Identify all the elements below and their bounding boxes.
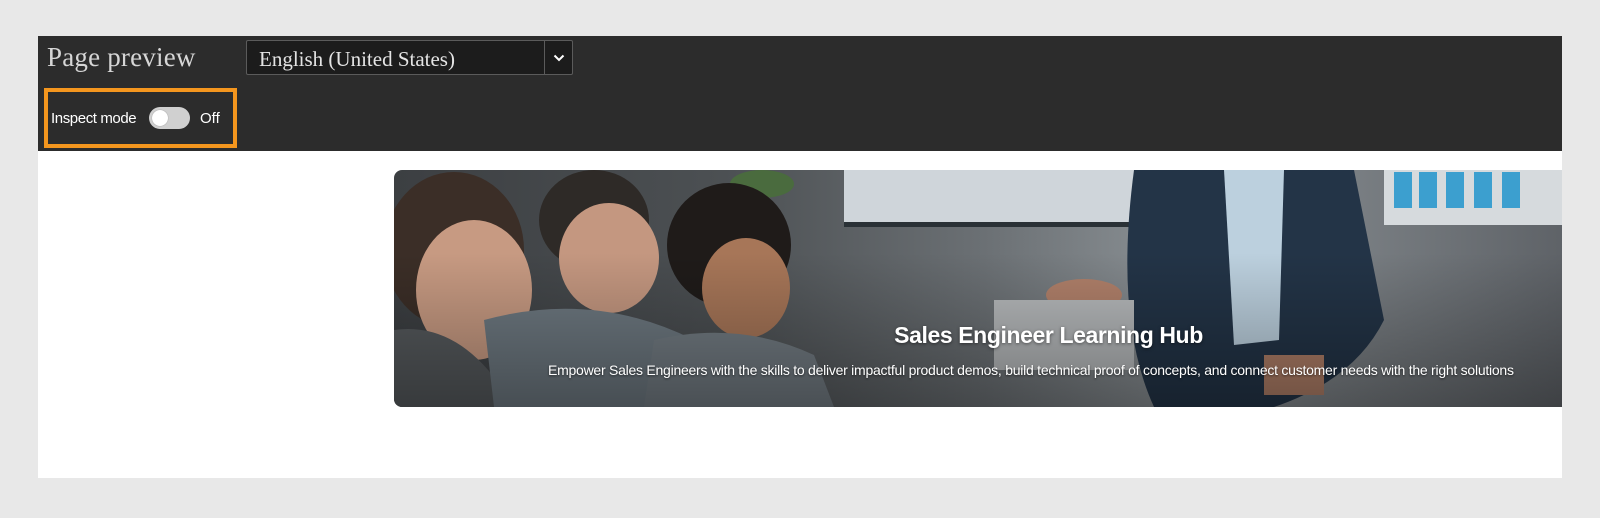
inspect-mode-label: Inspect mode (51, 110, 137, 127)
language-select-value: English (United States) (259, 47, 455, 71)
inspect-mode-toggle[interactable] (149, 107, 190, 129)
preview-toolbar: Page preview English (United States) Ins… (38, 36, 1562, 151)
hero-title: Sales Engineer Learning Hub (894, 322, 1203, 348)
inspect-mode-state: Off (200, 110, 220, 127)
preview-frame: Page preview English (United States) Ins… (38, 36, 1562, 478)
hero-subtitle: Empower Sales Engineers with the skills … (548, 362, 1514, 378)
page-title: Page preview (47, 42, 196, 72)
toggle-knob (152, 110, 168, 126)
hero-banner: Sales Engineer Learning Hub Empower Sale… (394, 170, 1562, 407)
chevron-down-icon[interactable] (544, 41, 572, 74)
language-select[interactable]: English (United States) (246, 40, 573, 75)
